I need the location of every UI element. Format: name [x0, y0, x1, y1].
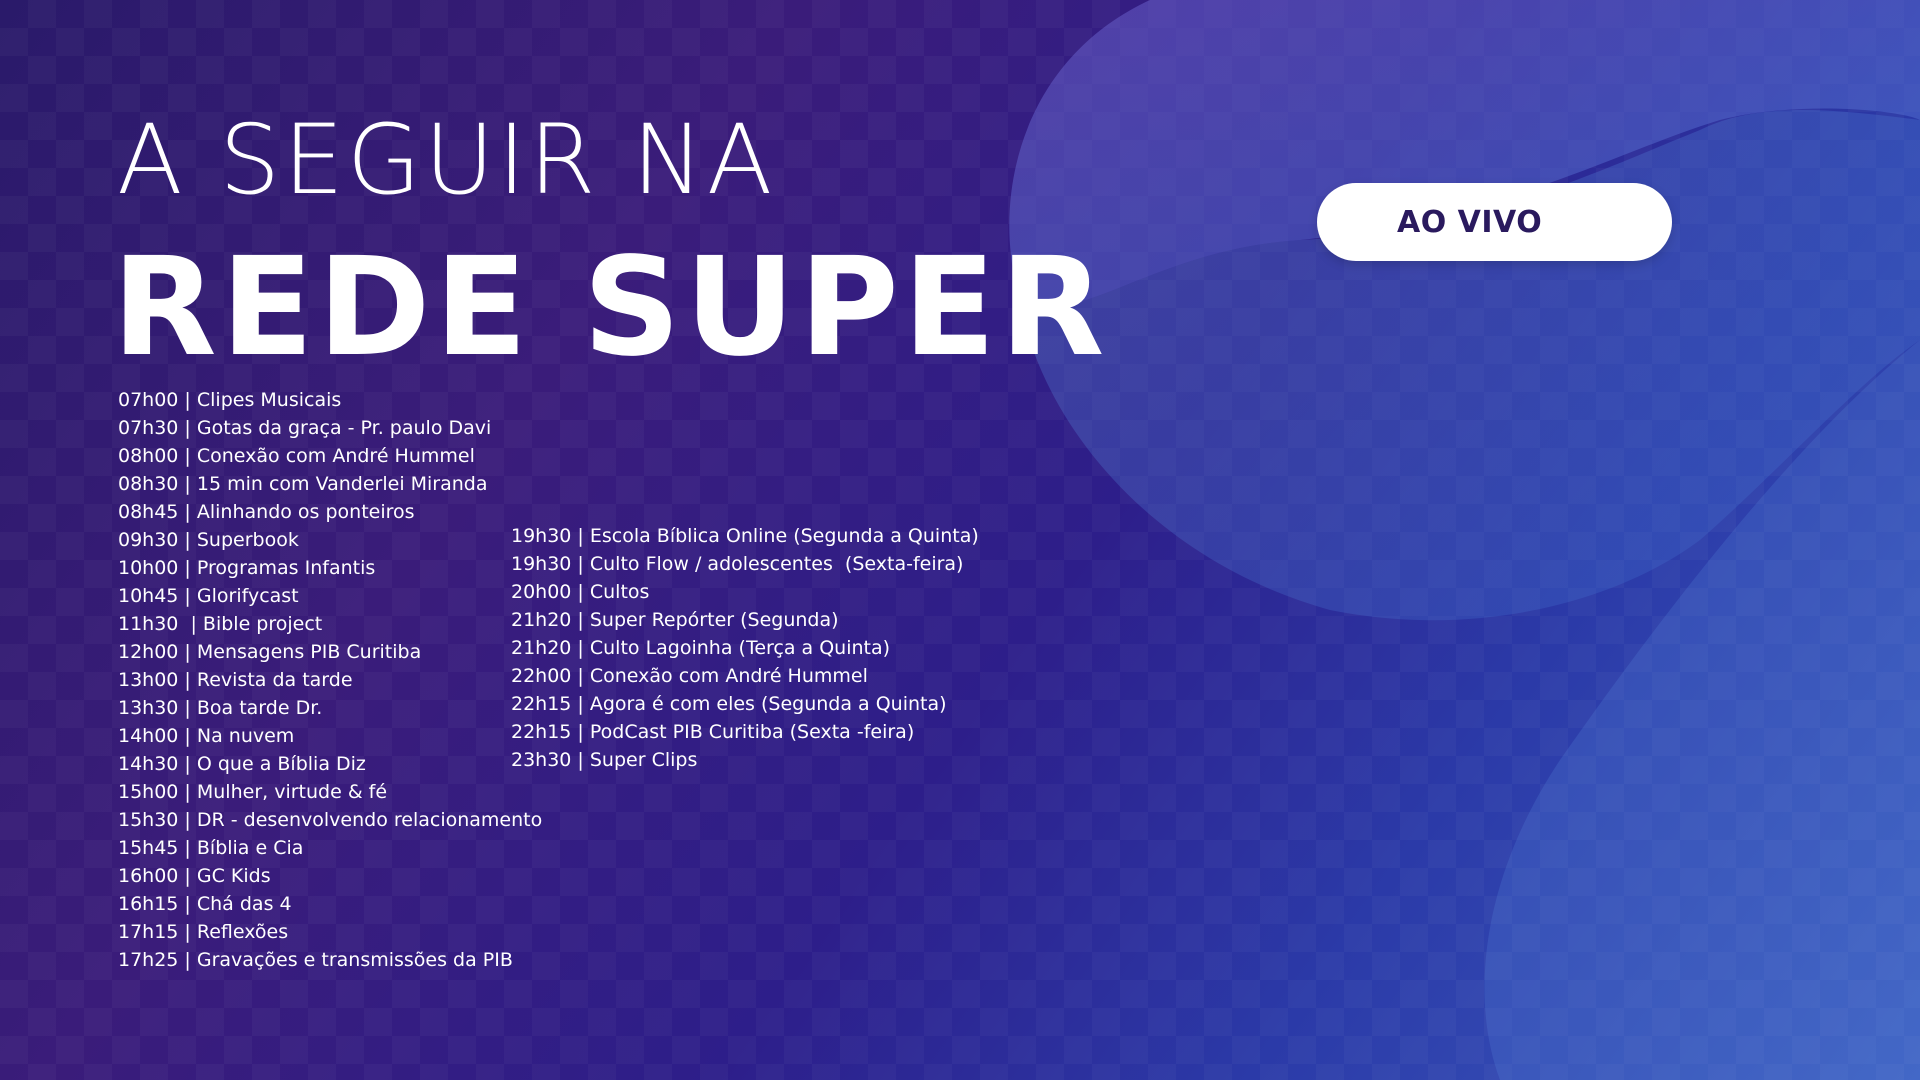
schedule-item: 14h00 | Na nuvem: [118, 725, 295, 747]
schedule-item: 16h00 | GC Kids: [118, 865, 271, 887]
schedule-item: 22h15 | Agora é com eles (Segunda a Quin…: [511, 693, 947, 715]
schedule-item: 22h00 | Conexão com André Hummel: [511, 665, 868, 687]
schedule-item: 14h30 | O que a Bíblia Diz: [118, 753, 366, 775]
live-button-label: AO VIVO: [1397, 205, 1543, 240]
schedule-item: 16h15 | Chá das 4: [118, 893, 292, 915]
schedule-item: 15h45 | Bíblia e Cia: [118, 837, 304, 859]
schedule-item: 17h25 | Gravações e transmissões da PIB: [118, 949, 513, 971]
schedule-item: 20h00 | Cultos: [511, 581, 650, 603]
schedule-item: 19h30 | Escola Bíblica Online (Segunda a…: [511, 525, 979, 547]
schedule-item: 21h20 | Super Repórter (Segunda): [511, 609, 839, 631]
schedule-item: 08h00 | Conexão com André Hummel: [118, 445, 475, 467]
schedule-item: 10h00 | Programas Infantis: [118, 557, 376, 579]
schedule-item: 07h30 | Gotas da graça - Pr. paulo Davi: [118, 417, 492, 439]
schedule-item: 23h30 | Super Clips: [511, 749, 698, 771]
title-line-2: REDE SUPER: [112, 229, 1109, 387]
schedule-item: 13h00 | Revista da tarde: [118, 669, 353, 691]
schedule-item: 15h00 | Mulher, virtude & fé: [118, 781, 388, 803]
schedule-item: 13h30 | Boa tarde Dr.: [118, 697, 323, 719]
schedule-list-right: 19h30 | Escola Bíblica Online (Segunda a…: [511, 522, 979, 774]
schedule-item: 09h30 | Superbook: [118, 529, 299, 551]
schedule-item: 17h15 | Reflexões: [118, 921, 289, 943]
schedule-item: 10h45 | Glorifycast: [118, 585, 299, 607]
schedule-item: 22h15 | PodCast PIB Curitiba (Sexta -fei…: [511, 721, 915, 743]
title-line-1: A SEGUIR NA: [117, 104, 776, 216]
schedule-item: 08h30 | 15 min com Vanderlei Miranda: [118, 473, 488, 495]
schedule-item: 19h30 | Culto Flow / adolescentes (Sexta…: [511, 553, 964, 575]
schedule-item: 21h20 | Culto Lagoinha (Terça a Quinta): [511, 637, 891, 659]
schedule-item: 08h45 | Alinhando os ponteiros: [118, 501, 415, 523]
schedule-item: 15h30 | DR - desenvolvendo relacionament…: [118, 809, 543, 831]
schedule-list-left: 07h00 | Clipes Musicais 07h30 | Gotas da…: [118, 386, 542, 974]
live-button[interactable]: AO VIVO: [1317, 183, 1672, 261]
schedule-item: 07h00 | Clipes Musicais: [118, 389, 342, 411]
schedule-item: 12h00 | Mensagens PIB Curitiba: [118, 641, 422, 663]
schedule-item: 11h30 | Bible project: [118, 613, 323, 635]
